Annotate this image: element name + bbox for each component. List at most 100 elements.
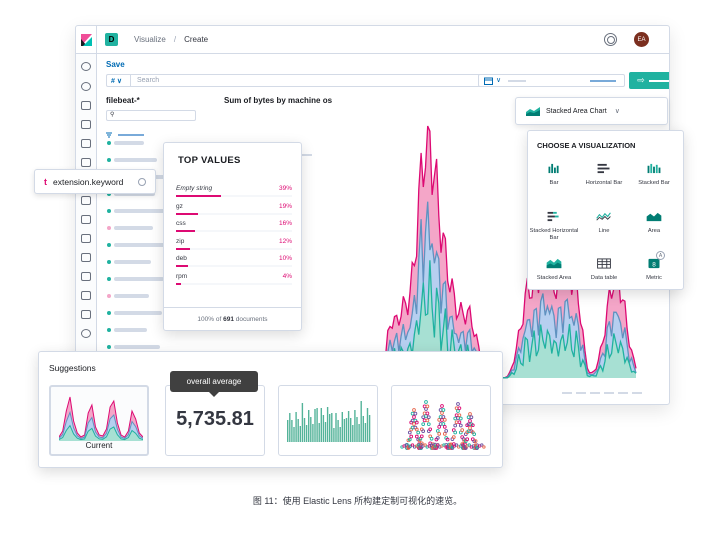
chart-type-stacked-area[interactable]: Stacked Area (528, 258, 580, 282)
thumb-point (435, 436, 440, 440)
devtools-icon[interactable] (81, 291, 91, 300)
field-row[interactable] (114, 226, 153, 230)
thumb-point (451, 435, 456, 439)
field-search-input[interactable]: ⚲ (106, 110, 196, 121)
thumb-bar (314, 409, 316, 442)
top-value-percent: 39% (278, 185, 292, 192)
thumb-point (453, 416, 458, 421)
field-type-dot (107, 311, 111, 315)
suggestion-bar-chart[interactable] (278, 385, 378, 456)
suggestion-current-label: Current (85, 441, 113, 450)
top-value-row[interactable]: Empty string 39% (176, 185, 292, 201)
thumb-point (441, 422, 446, 426)
chart-switcher-button[interactable]: Stacked Area Chart ∨ (515, 97, 668, 125)
management-icon[interactable] (81, 329, 91, 338)
save-button[interactable]: Save (106, 60, 125, 69)
field-name: extension.keyword (53, 176, 124, 187)
search-input[interactable]: Search (131, 77, 159, 84)
footer-count: 691 (223, 316, 234, 323)
top-value-percent: 10% (278, 255, 292, 262)
clock-icon[interactable] (81, 62, 91, 71)
chart-type-data-table[interactable]: Data table (578, 258, 630, 282)
field-row[interactable] (114, 277, 164, 281)
uptime-icon[interactable] (81, 253, 91, 262)
top-value-row[interactable]: rpm 4% (176, 273, 292, 289)
dashboard-icon[interactable] (81, 120, 91, 129)
visualize-icon[interactable] (81, 101, 91, 110)
thumb-point (425, 411, 430, 416)
figure-caption: 图 11：使用 Elastic Lens 所构建定制可视化的速览。 (252, 496, 463, 506)
thumb-point (442, 417, 447, 422)
app-badge[interactable]: D (105, 33, 118, 46)
chart-title: Sum of bytes by machine os (224, 96, 333, 105)
field-row[interactable] (114, 294, 149, 298)
top-value-bar-track (176, 265, 292, 267)
chart-type-label: Metric (646, 275, 662, 281)
thumb-bar (345, 418, 348, 442)
logs-icon[interactable] (81, 215, 91, 224)
thumb-point (425, 404, 430, 409)
chart-type-label: Area (647, 228, 661, 234)
query-language-toggle[interactable]: # ∨ (107, 75, 131, 86)
chart-type-area[interactable]: Area (628, 211, 680, 235)
chart-type-line[interactable]: Line (578, 211, 630, 235)
field-row[interactable] (114, 311, 162, 315)
thumb-point (413, 411, 418, 416)
thumb-bar (308, 410, 310, 442)
refresh-button[interactable]: ⇨ (629, 72, 669, 89)
chart-type-stacked-bar[interactable]: Stacked Bar (628, 163, 680, 187)
top-value-row[interactable]: css 16% (176, 220, 292, 236)
date-picker[interactable]: ∨ (478, 74, 625, 87)
top-value-row[interactable]: zip 12% (176, 238, 292, 254)
infra-icon[interactable] (81, 196, 91, 205)
field-row[interactable] (114, 328, 147, 332)
field-row[interactable] (114, 141, 144, 145)
x-axis-tick-label (562, 392, 572, 394)
field-row[interactable] (114, 209, 168, 213)
thumb-point (456, 416, 460, 420)
top-value-name: zip (176, 237, 185, 245)
breadcrumb-visualize[interactable]: Visualize (134, 35, 166, 44)
thumb-point (453, 430, 458, 435)
thumb-point (442, 431, 447, 436)
thumb-point (468, 419, 472, 423)
field-filter[interactable] (106, 125, 146, 138)
thumb-bar (295, 412, 297, 442)
apm-icon[interactable] (81, 234, 91, 243)
field-row[interactable] (114, 260, 151, 264)
chart-type-label: Bar (549, 180, 559, 186)
chart-type-stacked-horizontal-bar[interactable]: Stacked Horizontal Bar (528, 211, 580, 242)
date-start-placeholder (508, 80, 526, 82)
footer-suffix: documents (233, 316, 268, 323)
maps-icon[interactable] (81, 158, 91, 167)
suggestion-current[interactable]: Current (49, 385, 149, 456)
index-pattern-title[interactable]: filebeat-* (106, 96, 140, 105)
monitoring-icon[interactable] (81, 310, 91, 319)
top-value-name: css (176, 220, 186, 227)
top-value-row[interactable]: gz 19% (176, 203, 292, 219)
field-row[interactable] (114, 243, 166, 247)
chart-type-label: Stacked Bar (638, 180, 670, 186)
chart-type-metric[interactable]: 8 Metric (628, 258, 680, 282)
discover-icon[interactable] (81, 82, 91, 91)
siem-icon[interactable] (81, 272, 91, 281)
kibana-logo[interactable] (76, 26, 97, 54)
field-item-extension-keyword[interactable]: t extension.keyword (34, 169, 156, 194)
suggestion-line-chart[interactable] (391, 385, 491, 456)
avatar[interactable]: EA (634, 32, 649, 47)
thumb-point (412, 415, 416, 419)
info-icon[interactable] (138, 178, 146, 186)
bar-chart-thumbnail (287, 401, 371, 442)
top-value-row[interactable]: deb 10% (176, 255, 292, 271)
canvas-icon[interactable] (81, 139, 91, 148)
field-row[interactable] (114, 345, 160, 349)
top-value-name: rpm (176, 272, 188, 280)
kibana-logo-icon (80, 33, 92, 46)
suggestions-title: Suggestions (49, 363, 96, 373)
help-icon[interactable] (604, 33, 617, 46)
chart-type-horizontal-bar[interactable]: Horizontal Bar (578, 163, 630, 187)
field-row[interactable] (114, 158, 157, 162)
chart-type-label: Data table (590, 275, 618, 281)
chart-type-bar[interactable]: Bar (528, 163, 580, 187)
thumb-bar (289, 413, 291, 442)
